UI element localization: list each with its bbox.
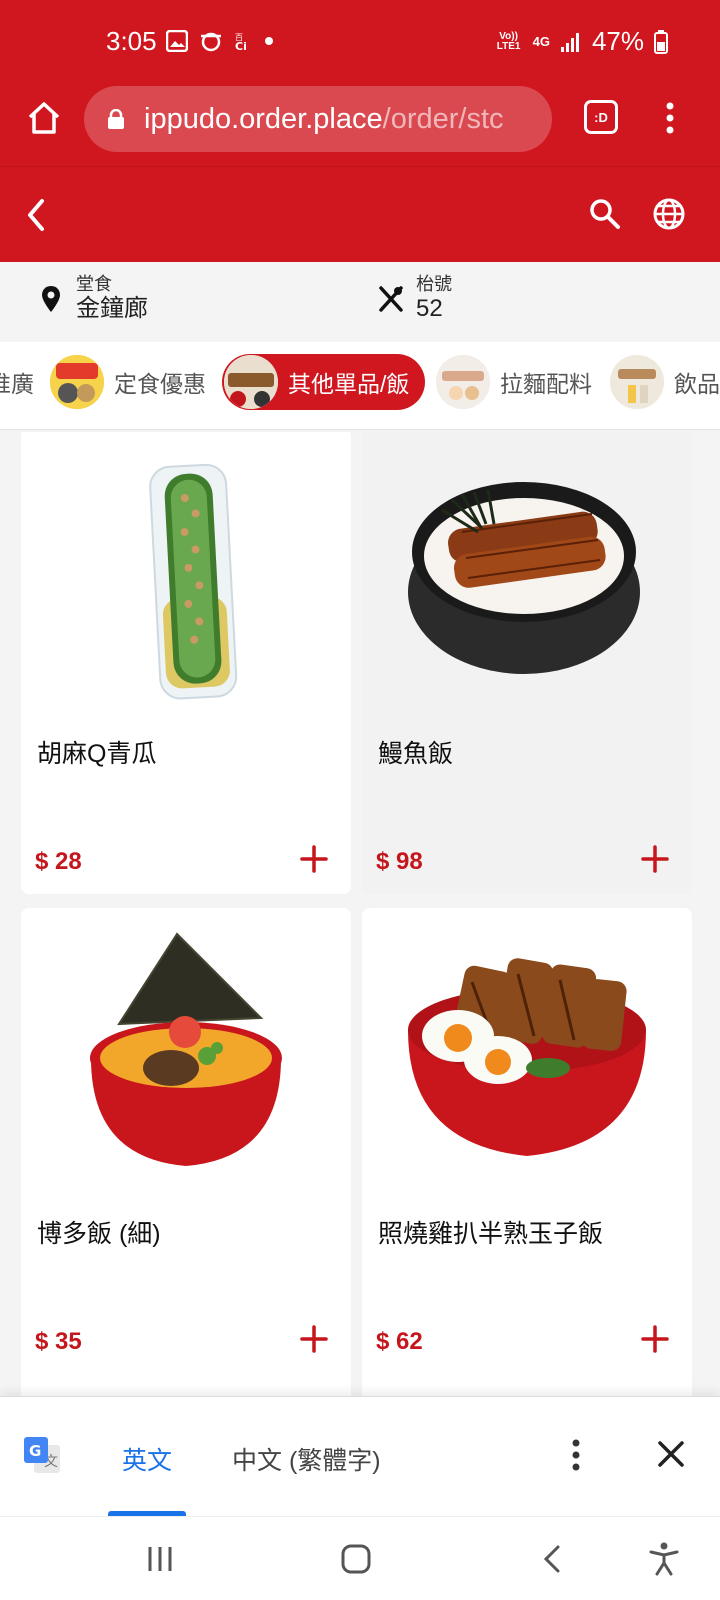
back-icon[interactable] <box>22 197 52 233</box>
notification-icons: 百 Ci <box>166 30 274 52</box>
search-icon[interactable] <box>588 197 622 231</box>
plus-icon[interactable] <box>299 1324 329 1354</box>
plus-icon[interactable] <box>640 1324 670 1354</box>
category-tab-promo[interactable]: 推廣 <box>0 354 34 410</box>
product-grid: 胡麻Q青瓜 $ 28 鰻魚飯 $ 98 博多飯 (細) $ 35 照燒雞扒半熟玉… <box>0 432 720 1396</box>
utensils-icon <box>379 286 403 312</box>
dine-mode-label: 堂食 <box>76 274 112 294</box>
category-thumb <box>224 355 278 409</box>
network-type: 4G <box>532 33 550 49</box>
category-thumb <box>610 355 664 409</box>
product-card[interactable]: 博多飯 (細) $ 35 <box>21 908 351 1396</box>
product-card[interactable]: 鰻魚飯 $ 98 <box>362 432 692 894</box>
signal-icon <box>560 32 579 52</box>
battery-icon <box>654 29 668 54</box>
category-tab-set-meal[interactable]: 定食優惠 <box>50 354 206 410</box>
category-tab-drinks[interactable]: 飲品 <box>610 354 720 410</box>
product-price: $ 62 <box>376 1328 423 1355</box>
category-label: 定食優惠 <box>114 371 206 397</box>
table-info: 枱號 52 <box>376 274 452 324</box>
recents-icon[interactable] <box>142 1541 178 1577</box>
language-tab-chinese[interactable]: 中文 (繁體字) <box>232 1441 381 1477</box>
home-icon[interactable] <box>26 100 62 136</box>
url-path: /order/stc <box>382 102 504 135</box>
accessibility-icon[interactable] <box>646 1541 682 1577</box>
app-header <box>0 166 720 262</box>
app-notification-icon <box>201 32 221 52</box>
url-bar[interactable]: ippudo.order.place/order/stc <box>84 86 552 152</box>
table-number: 52 <box>416 295 443 322</box>
volte-indicator: Vo)) LTE1 <box>496 30 521 52</box>
category-tab-toppings[interactable]: 拉麵配料 <box>436 354 592 410</box>
category-label: 其他單品/飯 <box>288 371 410 397</box>
more-vert-icon[interactable] <box>660 98 680 138</box>
home-nav-icon[interactable] <box>338 1541 374 1577</box>
category-tab-others-rice[interactable]: 其他單品/飯 <box>222 354 426 410</box>
plus-icon[interactable] <box>640 844 670 874</box>
product-name: 鰻魚飯 <box>378 740 454 768</box>
product-price: $ 28 <box>35 848 82 875</box>
category-tabs: 推廣 定食優惠 其他單品/飯 拉麵配料 飲品 <box>0 342 720 430</box>
status-bar: 3:05 百 Ci Vo)) LTE1 4G 47% <box>0 0 720 86</box>
dot-icon <box>265 37 273 45</box>
url-host: ippudo.order.place <box>144 102 383 135</box>
language-tab-english[interactable]: 英文 <box>122 1441 172 1477</box>
product-image <box>90 932 282 1166</box>
category-thumb <box>50 355 104 409</box>
product-name: 胡麻Q青瓜 <box>37 740 157 768</box>
browser-toolbar: ippudo.order.place/order/stc :D <box>0 86 720 166</box>
tabs-icon[interactable]: :D <box>584 100 618 134</box>
system-nav-bar <box>0 1516 720 1600</box>
back-nav-icon[interactable] <box>536 1541 572 1577</box>
product-price: $ 98 <box>376 848 423 875</box>
svg-text:G: G <box>29 1442 41 1460</box>
svg-text:Ci: Ci <box>235 40 247 52</box>
plus-icon[interactable] <box>299 844 329 874</box>
gallery-notification-icon <box>166 30 188 52</box>
lock-icon <box>108 109 124 129</box>
product-image <box>149 463 238 700</box>
google-translate-icon[interactable]: 文 G <box>22 1435 62 1475</box>
product-card[interactable]: 照燒雞扒半熟玉子飯 $ 62 <box>362 908 692 1396</box>
product-image <box>408 482 640 674</box>
order-info-row: 堂食 金鐘廊 枱號 52 <box>0 262 720 342</box>
product-image <box>408 958 646 1156</box>
translate-bar: 文 G 英文 中文 (繁體字) <box>0 1396 720 1516</box>
dine-in-store[interactable]: 堂食 金鐘廊 <box>36 274 148 324</box>
location-pin-icon <box>42 286 60 312</box>
cloud-notification-icon: 百Ci <box>235 33 247 52</box>
store-name: 金鐘廊 <box>76 295 148 322</box>
status-time: 3:05 <box>106 26 157 56</box>
battery-percent: 47% <box>591 26 644 56</box>
product-price: $ 35 <box>35 1328 82 1355</box>
category-label: 拉麵配料 <box>500 371 592 397</box>
category-thumb <box>436 355 490 409</box>
product-name: 博多飯 (細) <box>37 1220 161 1248</box>
more-vert-icon[interactable] <box>568 1435 584 1475</box>
table-label: 枱號 <box>416 274 452 294</box>
globe-icon[interactable] <box>652 197 686 231</box>
category-label: 飲品 <box>674 371 720 397</box>
product-name: 照燒雞扒半熟玉子飯 <box>378 1220 604 1248</box>
category-label: 推廣 <box>0 371 34 397</box>
product-card[interactable]: 胡麻Q青瓜 $ 28 <box>21 432 351 894</box>
close-icon[interactable] <box>656 1439 686 1469</box>
